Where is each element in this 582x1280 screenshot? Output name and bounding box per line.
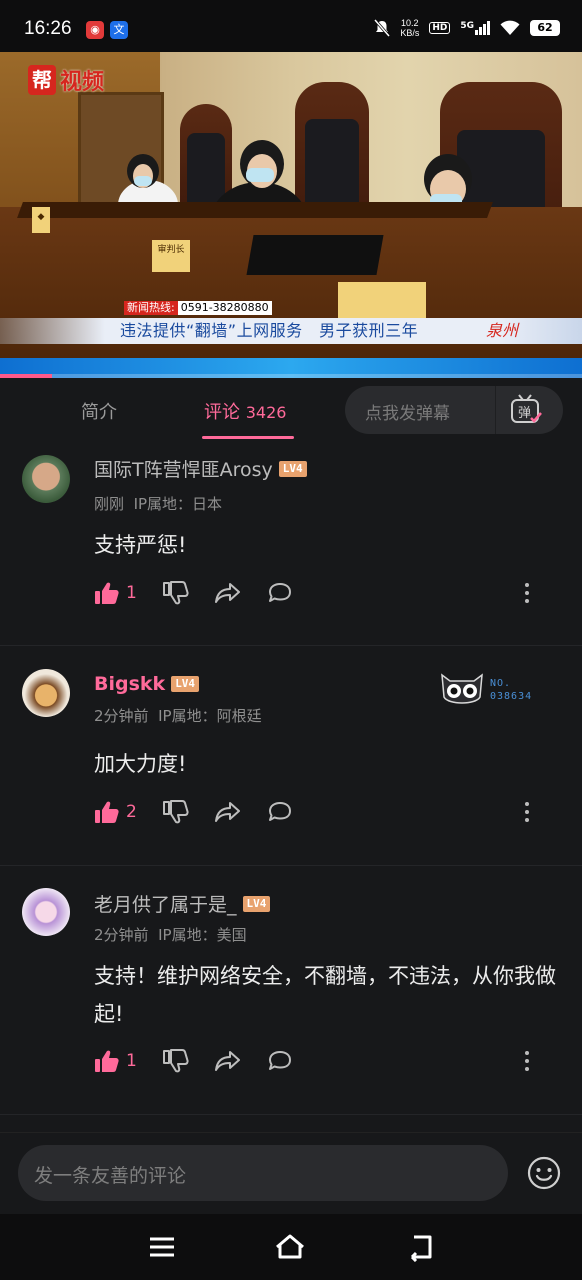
tab-bar: 简介 评论 3426 点我发弹幕 弹 [0, 380, 582, 442]
comment-text: 支持！维护网络安全，不翻墙，不违法，从你我做起! [94, 964, 556, 1026]
court-bench [0, 207, 582, 378]
headline: 违法提供“翻墙”上网服务 男子获刑三年 [120, 321, 419, 340]
level-badge: LV4 [278, 460, 307, 477]
video-progress-bar[interactable] [0, 374, 582, 378]
username[interactable]: 国际T阵营悍匪Arosy [94, 455, 273, 482]
monitor [246, 235, 384, 275]
level-badge: LV4 [242, 895, 271, 912]
net-speed: 10.2 KB/s [400, 18, 420, 38]
like-button[interactable]: 2 [94, 800, 137, 824]
comment-bubble-icon [268, 583, 291, 602]
dislike-button[interactable] [162, 1049, 189, 1073]
dislike-button[interactable] [162, 800, 189, 824]
username[interactable]: 老月供了属于是_ [94, 890, 237, 917]
battery-icon: 62 [530, 20, 560, 36]
comment-meta: 2分钟前 IP属地：阿根廷 [94, 707, 262, 725]
thumbs-down-icon [162, 800, 189, 824]
system-nav-bar [0, 1214, 582, 1280]
comment-text: 支持严惩! [94, 533, 187, 557]
more-options-icon[interactable] [522, 581, 532, 605]
svg-text:弹: 弹 [518, 406, 531, 421]
owl-badge-icon [441, 673, 483, 704]
avatar[interactable] [22, 888, 70, 936]
comment-bubble-icon [268, 1051, 291, 1070]
menu-icon[interactable] [146, 1232, 178, 1262]
dislike-button[interactable] [162, 581, 189, 605]
comment-text: 加大力度! [94, 752, 187, 776]
channel-logo: 帮 视频 [28, 64, 104, 96]
comment-meta: 2分钟前 IP属地：美国 [94, 926, 247, 944]
city-label: 泉州 [486, 321, 519, 340]
level-badge: LV4 [171, 676, 200, 692]
active-tab-indicator [202, 436, 294, 439]
comment-input-bar: 发一条友善的评论 [0, 1132, 582, 1215]
reply-button[interactable] [267, 582, 293, 604]
nameplate-presiding-judge: 审判长 [152, 240, 190, 272]
signal-icon: 5G [460, 21, 490, 35]
comment-item: Bigskk LV4 2分钟前 IP属地：阿根廷 NO. 038634 加大力度! … [0, 667, 582, 866]
wifi-icon [500, 20, 520, 35]
like-button[interactable]: 1 [94, 1049, 137, 1073]
mute-icon [374, 19, 391, 37]
avatar[interactable] [22, 455, 70, 503]
tab-intro[interactable]: 简介 [81, 398, 117, 424]
news-hotline: 新闻热线: 0591-38280880 [124, 301, 272, 315]
thumbs-down-icon [162, 581, 189, 605]
share-button[interactable] [214, 582, 241, 604]
share-icon [214, 1051, 240, 1071]
more-options-icon[interactable] [522, 800, 532, 824]
tab-comments[interactable]: 评论 3426 [204, 398, 286, 424]
home-icon[interactable] [274, 1232, 306, 1262]
comment-meta: 刚刚 IP属地：日本 [94, 495, 223, 513]
thumbs-up-icon [95, 582, 119, 604]
back-icon[interactable] [404, 1232, 436, 1262]
more-options-icon[interactable] [522, 1049, 532, 1073]
share-icon [214, 802, 240, 822]
reply-button[interactable] [267, 801, 293, 823]
comment-input[interactable]: 发一条友善的评论 [18, 1145, 508, 1201]
thumbs-up-icon [95, 1050, 119, 1072]
translate-icon: 文 [110, 21, 128, 39]
netease-icon: ◉ [86, 21, 104, 39]
share-button[interactable] [214, 1050, 241, 1072]
clock: 16:26 [24, 18, 72, 39]
fan-badge[interactable]: NO. 038634 [440, 671, 532, 709]
thumbs-up-icon [95, 801, 119, 823]
comment-item: 国际T阵营悍匪Arosy LV4 刚刚 IP属地：日本 支持严惩! 1 [0, 455, 582, 646]
video-player[interactable]: ◆ 审判长 帮 视频 新闻热线: 0591-38280880 违法提供“翻墙”上… [0, 52, 582, 378]
danmu-toggle-icon[interactable]: 弹 [509, 394, 543, 426]
danmu-input[interactable]: 点我发弹幕 弹 [345, 386, 563, 434]
hd-badge: HD [429, 22, 451, 34]
username[interactable]: Bigskk [94, 673, 165, 695]
avatar[interactable] [22, 669, 70, 717]
news-ticker: 违法提供“翻墙”上网服务 男子获刑三年 泉州 [0, 318, 582, 344]
comment-item: 老月供了属于是_ LV4 2分钟前 IP属地：美国 支持！维护网络安全，不翻墙，不… [0, 886, 582, 1115]
share-icon [214, 583, 240, 603]
thumbs-down-icon [162, 1049, 189, 1073]
comment-bubble-icon [268, 802, 291, 821]
comments-count: 3426 [245, 403, 287, 422]
status-bar: 16:26 ◉ 文 10.2 KB/s HD 5G 62 [0, 0, 582, 52]
reply-button[interactable] [267, 1050, 293, 1072]
like-button[interactable]: 1 [94, 581, 137, 605]
share-button[interactable] [214, 801, 241, 823]
emoji-icon[interactable] [526, 1155, 562, 1191]
